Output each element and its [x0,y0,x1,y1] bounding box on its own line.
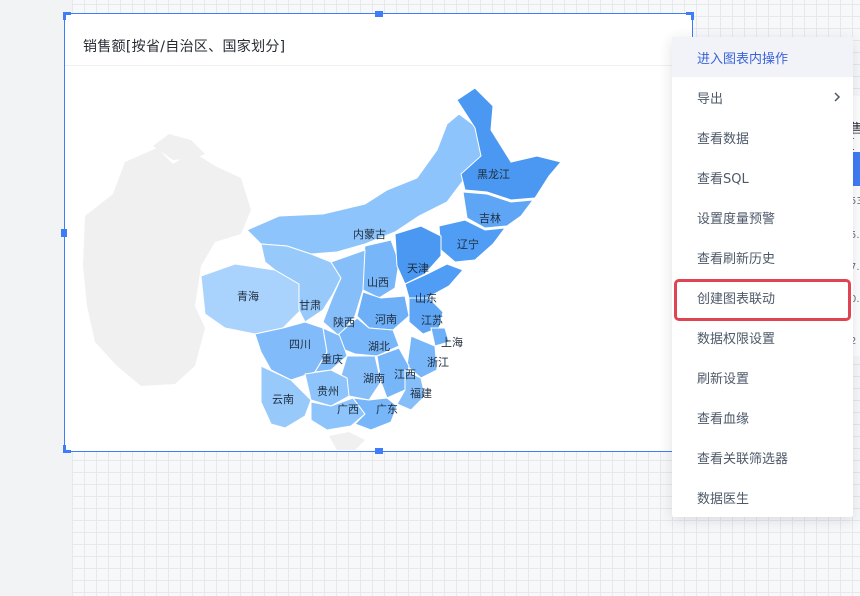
menu-item-measure-alert[interactable]: 设置度量预警 [672,197,853,237]
resize-handle-top-left[interactable] [63,12,71,20]
menu-item-label: 查看血缘 [697,411,750,427]
province-label: 吉林 [479,211,501,225]
province-label: 江苏 [421,314,443,327]
province-label: 浙江 [427,356,449,369]
menu-item-label: 数据权限设置 [697,331,776,347]
chevron-right-icon [834,92,841,102]
menu-item-enter-chart[interactable]: 进入图表内操作 [672,37,853,77]
province-label: 内蒙古 [353,227,386,241]
province-label: 四川 [289,338,311,351]
resize-handle-top-right[interactable] [686,12,694,20]
menu-item-data-permissions[interactable]: 数据权限设置 [672,317,853,357]
province-label: 广东 [376,403,398,416]
menu-item-label: 查看刷新历史 [697,251,776,267]
menu-item-view-lineage[interactable]: 查看血缘 [672,397,853,437]
menu-item-refresh-settings[interactable]: 刷新设置 [672,357,853,397]
province-label: 江西 [394,368,416,381]
menu-item-label: 查看数据 [697,131,750,147]
province-label: 云南 [272,393,294,406]
left-panel-strip [0,0,72,596]
province-label: 湖北 [368,340,390,353]
menu-item-view-sql[interactable]: 查看SQL [672,157,853,197]
menu-item-data-doctor[interactable]: 数据医生 [672,477,853,517]
menu-item-refresh-history[interactable]: 查看刷新历史 [672,237,853,277]
province-label: 湖南 [363,372,385,385]
province-label: 上海 [441,335,463,349]
menu-item-label: 进入图表内操作 [697,51,789,67]
province-label: 黑龙江 [477,168,510,181]
province-label: 甘肃 [299,299,321,312]
province-label: 山西 [367,276,389,289]
province-label: 河南 [375,313,397,326]
resize-handle-top[interactable] [375,11,383,17]
menu-item-label: 刷新设置 [697,371,750,387]
province-label: 陕西 [333,315,355,329]
menu-item-label: 设置度量预警 [697,211,776,227]
menu-item-related-filters[interactable]: 查看关联筛选器 [672,437,853,477]
province-label: 福建 [410,386,432,400]
menu-item-view-data[interactable]: 查看数据 [672,117,853,157]
province-label: 青海 [237,289,259,303]
chart-context-menu: 进入图表内操作 导出 查看数据 查看SQL 设置度量预警 查看刷新历史 创建图表… [672,37,853,517]
menu-item-label: 查看关联筛选器 [697,451,789,467]
province-label: 辽宁 [457,237,479,251]
province-label: 广西 [337,403,359,416]
province-label: 贵州 [317,385,339,398]
province-shanxi [360,239,400,299]
menu-item-label: 导出 [697,91,724,107]
menu-item-label: 查看SQL [697,171,749,187]
menu-item-label: 数据医生 [697,491,750,507]
chart-title: 销售额[按省/自治区、国家划分] [83,39,286,55]
map-no-data-region [329,432,365,450]
background-chart-bar [852,152,860,186]
map-chart-card[interactable]: 销售额[按省/自治区、国家划分] 黑龙江 吉林 辽宁 内蒙古 天津 山西 山东 … [61,11,694,454]
province-label: 山东 [415,292,437,305]
province-label: 重庆 [321,352,343,366]
china-sales-map[interactable]: 黑龙江 吉林 辽宁 内蒙古 天津 山西 山东 青海 甘肃 陕西 河南 江苏 四川… [65,66,691,451]
province-label: 天津 [407,262,429,275]
menu-item-export[interactable]: 导出 [672,77,853,117]
highlight-annotation-box [674,279,851,321]
